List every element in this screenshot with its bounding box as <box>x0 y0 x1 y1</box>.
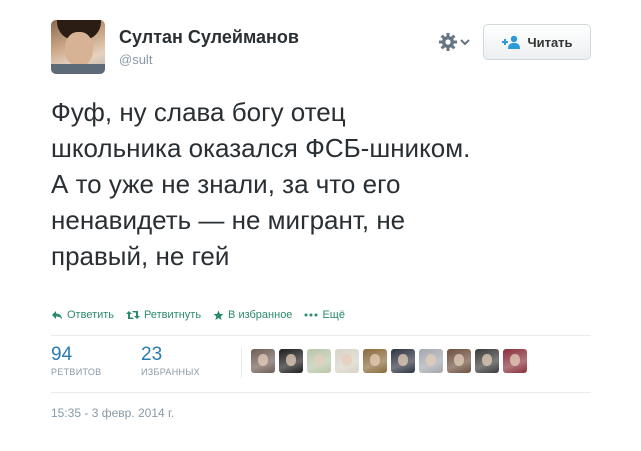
follow-button[interactable]: Читать <box>483 24 591 60</box>
tweet-actions: Ответить Ретвитнуть В избранное Ещё <box>51 309 345 321</box>
stats-separator <box>241 348 242 378</box>
tweet-line: А то уже не знали, за что его <box>51 169 401 199</box>
faver-avatar-4[interactable] <box>335 349 359 373</box>
faver-face <box>258 354 268 366</box>
retweets-count: 94 <box>51 344 73 365</box>
tweet-line: Фуф, ну слава богу отец <box>51 97 346 127</box>
faver-face <box>314 354 324 366</box>
faver-avatar-7[interactable] <box>419 349 443 373</box>
favorites-label: ИЗБРАННЫХ <box>141 367 200 377</box>
faver-face <box>454 354 464 366</box>
divider-bottom <box>51 392 591 393</box>
retweet-button[interactable]: Ретвитнуть <box>126 309 201 321</box>
faver-face <box>426 354 436 366</box>
tweet-line: правый, не гей <box>51 241 230 271</box>
retweet-icon <box>126 311 141 319</box>
faver-avatar-9[interactable] <box>475 349 499 373</box>
profile-avatar[interactable] <box>51 20 105 74</box>
faver-avatar-3[interactable] <box>307 349 331 373</box>
favoriters-avatars <box>251 349 527 373</box>
faver-face <box>370 354 380 366</box>
star-icon <box>213 310 224 320</box>
gear-icon <box>439 33 457 51</box>
reply-button[interactable]: Ответить <box>51 309 114 321</box>
faver-avatar-5[interactable] <box>363 349 387 373</box>
follow-button-label: Читать <box>527 34 573 50</box>
more-label: Ещё <box>322 309 345 321</box>
faver-avatar-10[interactable] <box>503 349 527 373</box>
faver-avatar-1[interactable] <box>251 349 275 373</box>
profile-handle[interactable]: @sult <box>119 52 152 67</box>
reply-icon <box>52 311 62 320</box>
settings-menu-button[interactable] <box>438 31 470 53</box>
tweet-line: школьника оказался ФСБ-шником. <box>51 133 471 163</box>
faver-face <box>342 354 352 366</box>
retweet-label: Ретвитнуть <box>144 309 202 321</box>
faver-face <box>482 354 492 366</box>
add-user-icon <box>502 35 521 49</box>
faver-avatar-8[interactable] <box>447 349 471 373</box>
faver-face <box>398 354 408 366</box>
profile-name[interactable]: Султан Сулейманов <box>119 27 299 48</box>
favorites-stat[interactable]: 23 ИЗБРАННЫХ <box>141 344 200 378</box>
favorites-count: 23 <box>141 344 163 365</box>
faver-face <box>510 354 520 366</box>
chevron-down-icon <box>460 39 470 46</box>
tweet-card: Султан Сулейманов @sult Читать Фуф, ну с… <box>0 0 641 451</box>
divider-top <box>51 335 591 336</box>
retweets-label: РЕТВИТОВ <box>51 367 102 377</box>
tweet-timestamp[interactable]: 15:35 - 3 февр. 2014 г. <box>51 406 174 420</box>
reply-label: Ответить <box>67 309 115 321</box>
more-button[interactable]: Ещё <box>304 309 345 321</box>
tweet-line: ненавидеть — не мигрант, не <box>51 205 406 235</box>
tweet-text: Фуф, ну слава богу отец школьника оказал… <box>51 94 611 274</box>
faver-avatar-6[interactable] <box>391 349 415 373</box>
retweets-stat[interactable]: 94 РЕТВИТОВ <box>51 344 101 378</box>
avatar-face <box>65 32 93 66</box>
avatar-shirt <box>51 64 105 74</box>
favorite-button[interactable]: В избранное <box>213 309 292 321</box>
more-dots-icon <box>304 313 318 317</box>
faver-face <box>286 354 296 366</box>
faver-avatar-2[interactable] <box>279 349 303 373</box>
favorite-label: В избранное <box>228 309 293 321</box>
